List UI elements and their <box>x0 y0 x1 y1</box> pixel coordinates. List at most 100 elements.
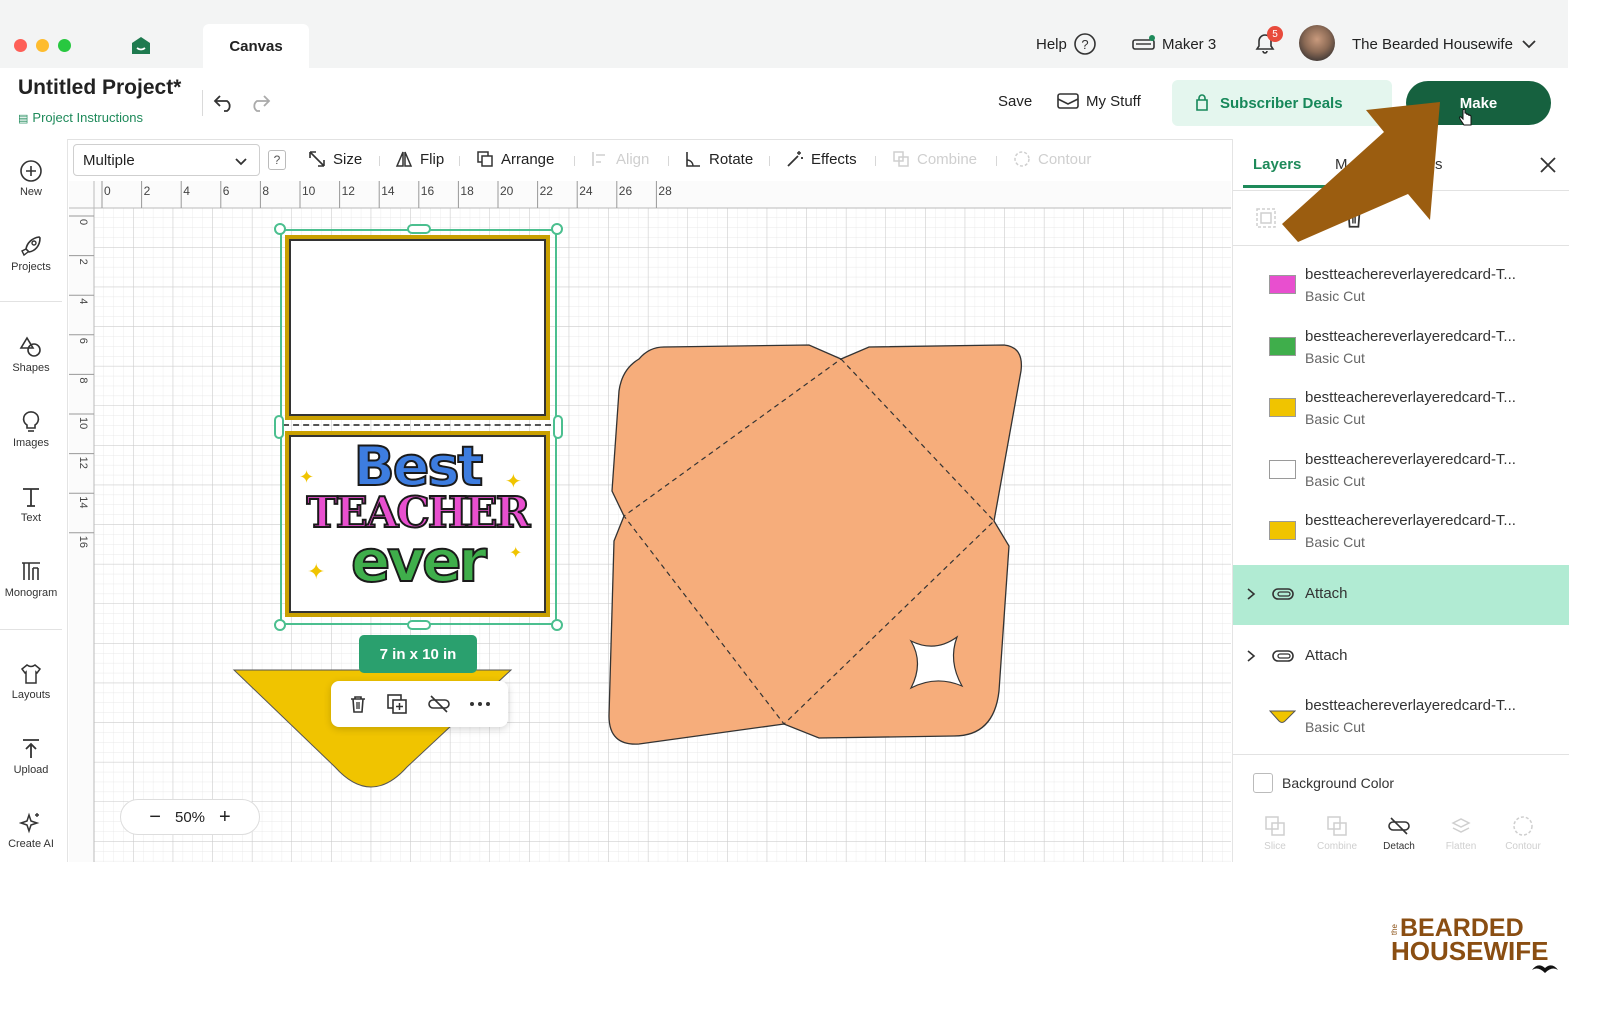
resize-handle[interactable] <box>274 223 286 235</box>
sidebar-item-text[interactable]: Text <box>0 485 62 524</box>
detach-icon[interactable] <box>427 694 451 714</box>
contour-button[interactable]: Contour <box>1013 150 1091 168</box>
sidebar-item-projects[interactable]: Projects <box>0 234 62 273</box>
layer-row[interactable]: bestteachereverlayeredcard-T... Basic Cu… <box>1233 377 1569 439</box>
chevron-down-icon <box>1522 40 1536 49</box>
layer-operation: Basic Cut <box>1305 411 1365 427</box>
layer-row[interactable]: bestteachereverlayeredcard-T... Basic Cu… <box>1233 254 1569 316</box>
slice-icon <box>1265 816 1285 836</box>
sidebar-item-layouts[interactable]: Layouts <box>0 662 62 701</box>
operation-help-button[interactable]: ? <box>268 150 286 170</box>
zoom-in-button[interactable]: + <box>219 806 231 829</box>
layer-name: bestteachereverlayeredcard-T... <box>1305 512 1516 529</box>
maximize-window-button[interactable] <box>58 39 71 52</box>
separator <box>668 156 669 166</box>
monogram-icon <box>22 562 40 580</box>
minimize-window-button[interactable] <box>36 39 49 52</box>
attach-group-label: Attach <box>1305 585 1348 602</box>
combine-action-button[interactable]: Combine <box>1306 815 1368 852</box>
save-button[interactable]: Save <box>998 93 1032 110</box>
combine-button[interactable]: Combine <box>892 150 977 168</box>
sidebar-item-shapes[interactable]: Shapes <box>0 335 62 374</box>
resize-handle[interactable] <box>407 224 431 234</box>
resize-handle[interactable] <box>553 415 563 439</box>
contour-action-button[interactable]: Contour <box>1492 815 1554 852</box>
attach-group-row[interactable]: Attach <box>1233 627 1569 687</box>
magic-wand-icon <box>787 151 803 167</box>
sidebar-item-new[interactable]: New <box>0 159 62 198</box>
close-window-button[interactable] <box>14 39 27 52</box>
layer-row[interactable]: bestteachereverlayeredcard-T... Basic Cu… <box>1233 316 1569 378</box>
user-menu[interactable]: The Bearded Housewife <box>1352 32 1539 56</box>
operation-value: Multiple <box>83 151 135 169</box>
project-instructions-link[interactable]: ▤ Project Instructions <box>18 110 143 125</box>
align-button[interactable]: Align <box>591 150 649 168</box>
flatten-button[interactable]: Flatten <box>1430 815 1492 852</box>
layer-operation: Basic Cut <box>1305 288 1365 304</box>
sidebar-item-label: Create AI <box>8 838 54 850</box>
help-button[interactable]: Help ? <box>1036 32 1097 56</box>
top-ruler <box>69 181 1231 208</box>
ruler-label: 26 <box>619 184 633 198</box>
selection-box[interactable] <box>280 229 557 625</box>
resize-handle[interactable] <box>274 415 284 439</box>
flip-button[interactable]: Flip <box>395 150 444 168</box>
layer-row[interactable]: bestteachereverlayeredcard-T... Basic Cu… <box>1233 500 1569 562</box>
resize-handle[interactable] <box>551 223 563 235</box>
more-options-icon[interactable] <box>469 700 491 708</box>
divider <box>0 301 62 302</box>
undo-button[interactable] <box>211 89 237 115</box>
effects-label: Effects <box>811 150 857 168</box>
rotate-button[interactable]: Rotate <box>684 150 753 168</box>
combine-action-label: Combine <box>1316 841 1358 852</box>
annotation-arrow-icon <box>1282 102 1440 242</box>
arrange-button[interactable]: Arrange <box>476 150 554 168</box>
machine-selector[interactable]: Maker 3 <box>1132 32 1216 56</box>
tab-canvas[interactable]: Canvas <box>203 24 309 68</box>
chevron-right-icon <box>1247 650 1256 662</box>
detach-label: Detach <box>1383 841 1415 852</box>
upload-icon <box>23 739 39 758</box>
trash-icon[interactable] <box>348 694 368 714</box>
rotate-label: Rotate <box>709 150 754 168</box>
resize-handle[interactable] <box>407 620 431 630</box>
design-canvas[interactable]: 0 2 4 6 8 10 12 14 16 18 20 22 24 26 28 0 2 4 6 8 10 12 14 16 B… <box>69 181 1231 862</box>
detach-button[interactable]: Detach <box>1368 815 1430 852</box>
attach-group-row[interactable]: Attach <box>1233 565 1569 625</box>
project-instructions-label: Project Instructions <box>32 110 143 125</box>
avatar[interactable] <box>1299 25 1335 61</box>
sidebar-item-monogram[interactable]: Monogram <box>0 560 62 599</box>
resize-handle[interactable] <box>274 619 286 631</box>
effects-button[interactable]: Effects <box>786 150 857 168</box>
detach-icon <box>1388 817 1410 835</box>
layer-thumbnail <box>1269 460 1296 479</box>
attach-group-label: Attach <box>1305 647 1348 664</box>
notifications-button[interactable]: 5 <box>1252 26 1283 58</box>
home-icon[interactable] <box>131 36 151 60</box>
combine-label: Combine <box>917 150 978 168</box>
machine-label: Maker 3 <box>1162 35 1217 53</box>
divider <box>0 629 62 630</box>
slice-button[interactable]: Slice <box>1244 815 1306 852</box>
sidebar-item-upload[interactable]: Upload <box>0 737 62 776</box>
project-title[interactable]: Untitled Project* <box>18 76 181 100</box>
background-color-checkbox[interactable] <box>1253 773 1273 793</box>
chevron-right-icon <box>1247 588 1256 600</box>
sidebar-item-images[interactable]: Images <box>0 410 62 449</box>
redo-button[interactable] <box>247 89 273 115</box>
close-panel-button[interactable] <box>1538 155 1558 180</box>
layer-row[interactable]: bestteachereverlayeredcard-T... Basic Cu… <box>1233 685 1569 747</box>
envelope-shape[interactable] <box>604 341 1024 751</box>
duplicate-icon[interactable] <box>386 693 408 715</box>
layer-row[interactable]: bestteachereverlayeredcard-T... Basic Cu… <box>1233 439 1569 501</box>
zoom-out-button[interactable]: − <box>149 806 161 829</box>
size-button[interactable]: Size <box>308 150 362 168</box>
operation-select[interactable]: Multiple <box>73 144 260 176</box>
sidebar-item-create-ai[interactable]: Create AI <box>0 811 62 850</box>
ruler-label: 6 <box>223 184 230 198</box>
group-icon[interactable] <box>1255 207 1277 234</box>
flip-icon <box>395 151 413 167</box>
contour-icon <box>1513 816 1533 836</box>
resize-handle[interactable] <box>551 619 563 631</box>
my-stuff-button[interactable]: My Stuff <box>1057 92 1141 110</box>
